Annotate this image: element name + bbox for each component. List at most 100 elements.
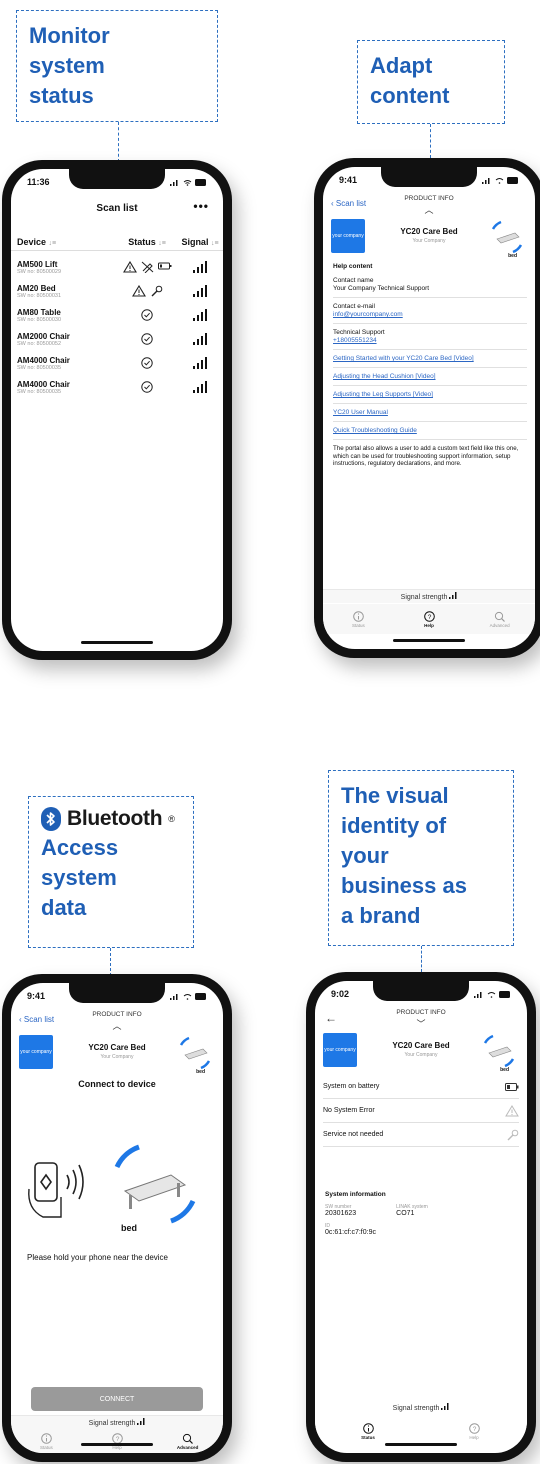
table-row[interactable]: AM4000 Chair SW no: 80500035 (11, 375, 223, 399)
table-row[interactable]: AM2000 Chair SW no: 80500052 (11, 327, 223, 351)
callout-monitor-text: Monitor system status (29, 23, 110, 108)
chevron-up-icon[interactable]: ︿ (323, 203, 535, 216)
check-circle-icon (141, 381, 153, 393)
table-row[interactable]: AM20 Bed SW no: 80500031 (11, 279, 223, 303)
status-item-label: Service not needed (323, 1131, 384, 1138)
id-value: 0c:61:cf:c7:f0:9c (325, 1229, 376, 1236)
bed-icon (483, 1034, 515, 1068)
device-name: AM20 Bed (17, 283, 56, 293)
phone-near-device-illustration (28, 1144, 196, 1224)
help-link-leg-supports[interactable]: Adjusting the Leg Supports [Video] (333, 391, 527, 399)
table-row[interactable]: AM500 Lift SW no: 80500029 (11, 255, 223, 279)
email-link[interactable]: info@yourcompany.com (333, 311, 527, 319)
table-row[interactable]: AM4000 Chair SW no: 80500035 (11, 351, 223, 375)
tab-help[interactable]: ? Help (82, 1429, 153, 1453)
status-icons (170, 992, 207, 1000)
chevron-down-icon[interactable]: ﹀ (315, 1017, 527, 1030)
linak-system-value: CO71 (396, 1210, 415, 1217)
help-link-user-manual[interactable]: YC20 User Manual (333, 409, 527, 417)
tab-label: Advanced (489, 622, 510, 628)
callout-adapt: Adapt content (357, 40, 505, 124)
home-indicator (81, 641, 153, 644)
help-link-head-cushion[interactable]: Adjusting the Head Cushion [Video] (333, 373, 527, 381)
bed-label: bed (508, 253, 517, 259)
check-circle-icon (141, 333, 153, 345)
wifi-icon (495, 177, 504, 184)
company-logo: your company (19, 1035, 53, 1069)
page-title: Scan list (96, 203, 138, 214)
help-link-troubleshooting[interactable]: Quick Troubleshooting Guide (333, 427, 527, 435)
svg-text:?: ? (472, 1426, 476, 1433)
sort-icon: ↓≡ (158, 240, 166, 247)
company-logo: your company (331, 219, 365, 253)
divider (333, 323, 527, 324)
tab-advanced[interactable]: Advanced (152, 1429, 223, 1453)
callout-visual-text: The visual identity of your business as … (341, 783, 467, 928)
support-phone-link[interactable]: +18005551234 (333, 337, 527, 345)
tab-bar: Status ? Help Advanced (11, 1429, 223, 1453)
tab-label: Status (39, 1444, 53, 1450)
logo-text: your company (332, 233, 364, 239)
home-indicator (385, 1443, 457, 1446)
callout-visual: The visual identity of your business as … (328, 770, 514, 946)
advanced-icon (183, 1433, 194, 1444)
phone-help-content: 9:41 ‹ Scan list PRODUCT INFO ︿ your com… (314, 158, 540, 658)
device-sw: SW no: 80500031 (17, 292, 62, 299)
divider (333, 403, 527, 404)
column-status-label: Status (128, 237, 156, 247)
clock: 9:41 (339, 175, 358, 185)
status-item-battery: System on battery (323, 1075, 519, 1099)
sw-number-value: 20301623 (325, 1210, 357, 1217)
help-content: Help content Contact name Your Company T… (333, 263, 527, 468)
tab-advanced[interactable]: Advanced (464, 604, 535, 634)
tab-status[interactable]: Status (11, 1429, 82, 1453)
more-menu-button[interactable]: ••• (193, 199, 209, 213)
column-signal[interactable]: Signal ↓≡ (177, 237, 223, 250)
product-info-title: PRODUCT INFO (396, 1009, 446, 1016)
device-name: AM2000 Chair (17, 331, 70, 341)
tab-help[interactable]: ? Help (421, 1417, 527, 1445)
device-name: AM80 Table (17, 307, 61, 317)
svg-text:?: ? (427, 614, 431, 621)
notch (69, 983, 165, 1003)
phone-status: 9:02 ← PRODUCT INFO ﹀ your company YC20 … (306, 972, 536, 1462)
status-item-label: System on battery (323, 1083, 380, 1090)
connect-button[interactable]: CONNECT (31, 1387, 203, 1411)
tab-status[interactable]: Status (315, 1417, 421, 1445)
signal-strength-label: Signal strength (88, 1420, 136, 1427)
contact-name: Your Company Technical Support (333, 285, 430, 292)
cell-signal-icon (474, 991, 482, 998)
support-label: Technical Support (333, 329, 385, 336)
tab-status[interactable]: Status (323, 604, 394, 634)
system-information: System information SW number 20301623 LI… (325, 1191, 517, 1236)
chevron-up-icon[interactable]: ︿ (11, 1019, 223, 1032)
status-icons (482, 176, 519, 184)
clock: 9:02 (331, 989, 350, 999)
signal-bars-icon (137, 1418, 145, 1425)
check-circle-icon (141, 309, 153, 321)
signal-bars-icon (193, 381, 207, 393)
device-sw: SW no: 80500035 (17, 388, 62, 395)
help-link-getting-started[interactable]: Getting Started with your YC20 Care Bed … (333, 355, 527, 363)
cell-signal-icon (482, 177, 490, 184)
status-item-service: Service not needed (323, 1123, 519, 1147)
divider (333, 421, 527, 422)
device-list: AM500 Lift SW no: 80500029 AM20 Bed SW no:… (11, 255, 223, 399)
device-sw: SW no: 80500035 (17, 364, 62, 371)
signal-bars-icon (193, 261, 207, 273)
battery-icon (507, 176, 518, 184)
tab-help[interactable]: ? Help (394, 604, 465, 634)
column-status[interactable]: Status ↓≡ (117, 237, 177, 250)
table-row[interactable]: AM80 Table SW no: 80500030 (11, 303, 223, 327)
callout-access: Bluetooth ® Access system data (28, 796, 194, 948)
signal-bars-icon (193, 357, 207, 369)
wifi-icon (487, 991, 496, 998)
advanced-icon (495, 611, 506, 622)
logo-text: your company (20, 1049, 52, 1055)
device-sw: SW no: 80500030 (17, 316, 62, 323)
product-info-header: ‹ Scan list PRODUCT INFO ︿ (323, 193, 535, 215)
column-device[interactable]: Device ↓≡ (17, 237, 117, 250)
no-service-icon (141, 261, 153, 273)
tab-bar: Status ? Help (315, 1417, 527, 1445)
sysinfo-heading: System information (325, 1191, 386, 1198)
